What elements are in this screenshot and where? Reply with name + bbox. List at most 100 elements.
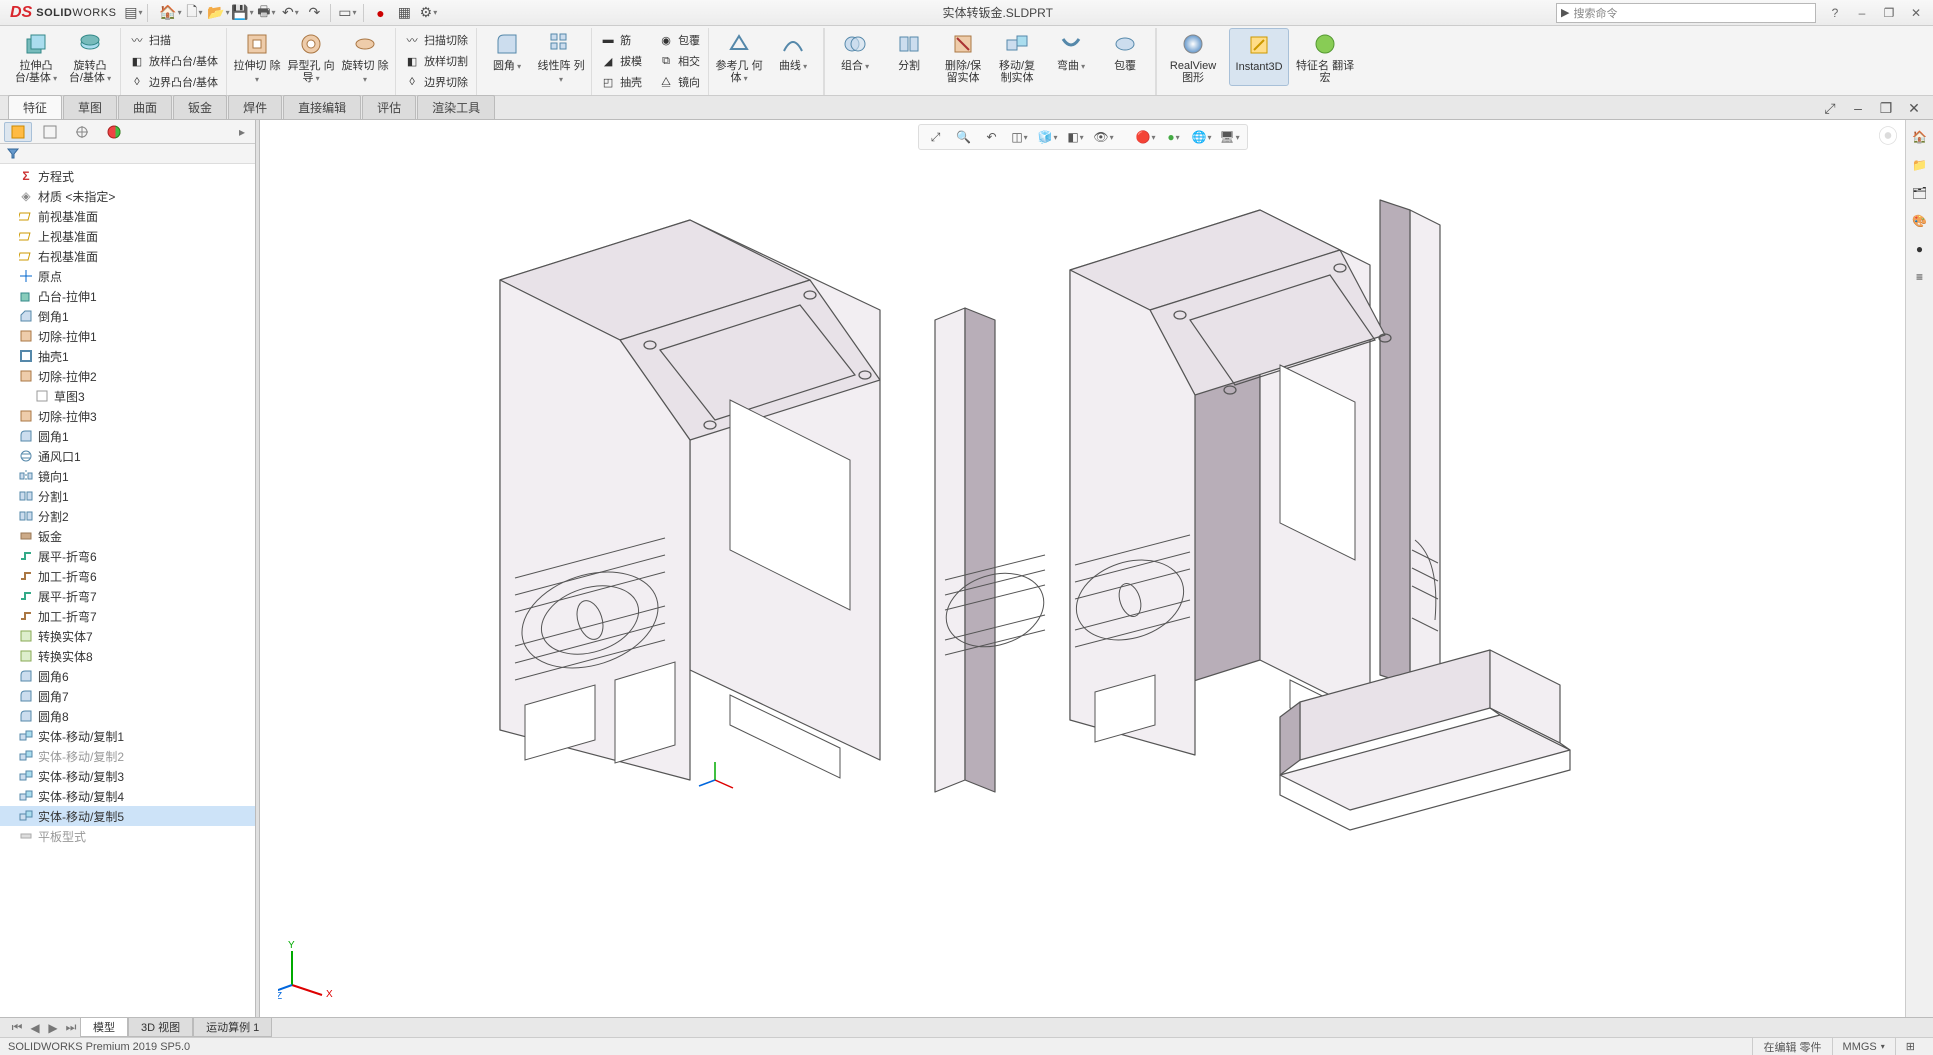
- tree-node[interactable]: ◈材质 <未指定>: [0, 186, 255, 206]
- undo-button[interactable]: ↶: [279, 3, 301, 23]
- tab-expand-button[interactable]: ⤢: [1819, 98, 1841, 118]
- tree-node[interactable]: 切除-拉伸3: [0, 406, 255, 426]
- motion-study-tab[interactable]: 运动算例 1: [193, 1018, 272, 1037]
- tree-node[interactable]: 抽壳1: [0, 346, 255, 366]
- shell-button[interactable]: ◰抽壳: [596, 72, 646, 92]
- tree-node[interactable]: 转换实体7: [0, 626, 255, 646]
- extrude-boss-button[interactable]: 拉伸凸 台/基体: [12, 28, 60, 87]
- tab-features[interactable]: 特征: [8, 95, 62, 119]
- tab-directedit[interactable]: 直接编辑: [283, 95, 361, 119]
- instant3d-button[interactable]: Instant3D: [1229, 28, 1289, 86]
- tree-node[interactable]: 实体-移动/复制4: [0, 786, 255, 806]
- tree-node[interactable]: 圆角1: [0, 426, 255, 446]
- rebuild-button[interactable]: ●: [369, 3, 391, 23]
- doc-max-button[interactable]: ❐: [1875, 98, 1897, 118]
- custom-props-tab[interactable]: ≡: [1909, 266, 1931, 288]
- swept-cut-button[interactable]: 〰扫描切除: [400, 30, 472, 50]
- tree-node[interactable]: 实体-移动/复制2: [0, 746, 255, 766]
- linear-pattern-button[interactable]: 线性阵 列: [537, 28, 585, 88]
- filter-bar[interactable]: [0, 144, 255, 164]
- design-library-tab[interactable]: 📁: [1909, 154, 1931, 176]
- tab-nav-last[interactable]: ⏭: [62, 1020, 80, 1036]
- tree-node[interactable]: 钣金: [0, 526, 255, 546]
- menu-dropdown[interactable]: ▤: [122, 3, 144, 23]
- hole-wizard-button[interactable]: 异型孔 向导: [287, 28, 335, 88]
- tree-node[interactable]: 圆角7: [0, 686, 255, 706]
- flex-button[interactable]: 弯曲: [1047, 28, 1095, 86]
- delete-body-button[interactable]: 删除/保 留实体: [939, 28, 987, 86]
- doc-close-button[interactable]: ✕: [1903, 98, 1925, 118]
- print-button[interactable]: 🖶: [255, 3, 277, 23]
- tab-surfaces[interactable]: 曲面: [118, 95, 172, 119]
- sweep-button[interactable]: 〰扫描: [125, 30, 222, 50]
- select-button[interactable]: ▭: [336, 3, 358, 23]
- tree-node[interactable]: 加工-折弯7: [0, 606, 255, 626]
- dim-mgr-tab[interactable]: [100, 122, 128, 142]
- settings-button[interactable]: ⚙: [417, 3, 439, 23]
- minimize-button[interactable]: –: [1849, 3, 1875, 23]
- split-button[interactable]: 分割: [885, 28, 933, 86]
- wrap2-button[interactable]: 包覆: [1101, 28, 1149, 86]
- mirror-button[interactable]: ⧋镜向: [654, 72, 704, 92]
- property-mgr-tab[interactable]: [36, 122, 64, 142]
- tree-node[interactable]: 镜向1: [0, 466, 255, 486]
- revolve-boss-button[interactable]: 旋转凸 台/基体: [66, 28, 114, 87]
- view-triad[interactable]: X Y Z: [278, 939, 338, 999]
- tab-evaluate[interactable]: 评估: [362, 95, 416, 119]
- tree-node[interactable]: 凸台-拉伸1: [0, 286, 255, 306]
- refgeom-button[interactable]: 参考几 何体: [715, 28, 763, 87]
- doc-min-button[interactable]: –: [1847, 98, 1869, 118]
- model-tab[interactable]: 模型: [80, 1018, 128, 1037]
- tab-weldments[interactable]: 焊件: [228, 95, 282, 119]
- tree-node[interactable]: 实体-移动/复制3: [0, 766, 255, 786]
- maximize-button[interactable]: ❐: [1876, 3, 1902, 23]
- tree-node[interactable]: 倒角1: [0, 306, 255, 326]
- tree-node[interactable]: 实体-移动/复制1: [0, 726, 255, 746]
- tree-node[interactable]: 加工-折弯6: [0, 566, 255, 586]
- help-button[interactable]: ?: [1822, 3, 1848, 23]
- rib-button[interactable]: ▬筋: [596, 30, 646, 50]
- tree-node[interactable]: Σ方程式: [0, 166, 255, 186]
- tree-node[interactable]: 前视基准面: [0, 206, 255, 226]
- tree-node[interactable]: 右视基准面: [0, 246, 255, 266]
- close-button[interactable]: ✕: [1903, 3, 1929, 23]
- combine-button[interactable]: 组合: [831, 28, 879, 86]
- graphics-viewport[interactable]: ⤢ 🔍 ↶ ◫ 🧊 ◧ 👁 🔴 ● 🌐 🖥 ⦿: [260, 120, 1905, 1017]
- boundary-cut-button[interactable]: ◊边界切除: [400, 72, 472, 92]
- tab-nav-prev[interactable]: ◀: [26, 1020, 44, 1036]
- tree-node[interactable]: 圆角6: [0, 666, 255, 686]
- file-explorer-tab[interactable]: 🗂: [1909, 182, 1931, 204]
- options-button[interactable]: ▦: [393, 3, 415, 23]
- loft-cut-button[interactable]: ◧放样切割: [400, 51, 472, 71]
- tree-node[interactable]: 转换实体8: [0, 646, 255, 666]
- wrap-button[interactable]: ◉包覆: [654, 30, 704, 50]
- 3dviews-tab[interactable]: 3D 视图: [128, 1018, 193, 1037]
- tree-node[interactable]: 平板型式: [0, 826, 255, 846]
- intersect-button[interactable]: ⧉相交: [654, 51, 704, 71]
- tree-node[interactable]: 分割2: [0, 506, 255, 526]
- status-extra-button[interactable]: ⊞: [1895, 1038, 1925, 1055]
- tree-node[interactable]: 展平-折弯7: [0, 586, 255, 606]
- fm-tree-tab[interactable]: [4, 122, 32, 142]
- tab-sheetmetal[interactable]: 钣金: [173, 95, 227, 119]
- move-copy-button[interactable]: 移动/复 制实体: [993, 28, 1041, 86]
- loft-button[interactable]: ◧放样凸台/基体: [125, 51, 222, 71]
- tree-node[interactable]: 实体-移动/复制5: [0, 806, 255, 826]
- search-command-box[interactable]: ▶ 搜索命令: [1556, 3, 1816, 23]
- realview-button[interactable]: RealView 图形: [1163, 28, 1223, 86]
- status-units[interactable]: MMGS ▾: [1832, 1038, 1895, 1055]
- view-palette-tab[interactable]: 🎨: [1909, 210, 1931, 232]
- config-mgr-tab[interactable]: [68, 122, 96, 142]
- home-button[interactable]: 🏠: [159, 3, 181, 23]
- draft-button[interactable]: ◢拔模: [596, 51, 646, 71]
- new-button[interactable]: 🗋: [183, 3, 205, 23]
- tree-node[interactable]: 草图3: [0, 386, 255, 406]
- tree-node[interactable]: 圆角8: [0, 706, 255, 726]
- redo-button[interactable]: ↷: [303, 3, 325, 23]
- boundary-button[interactable]: ◊边界凸台/基体: [125, 72, 222, 92]
- tree-node[interactable]: 切除-拉伸1: [0, 326, 255, 346]
- revolve-cut-button[interactable]: 旋转切 除: [341, 28, 389, 88]
- tree-node[interactable]: 上视基准面: [0, 226, 255, 246]
- extrude-cut-button[interactable]: 拉伸切 除: [233, 28, 281, 88]
- tab-nav-first[interactable]: ⏮: [8, 1020, 26, 1036]
